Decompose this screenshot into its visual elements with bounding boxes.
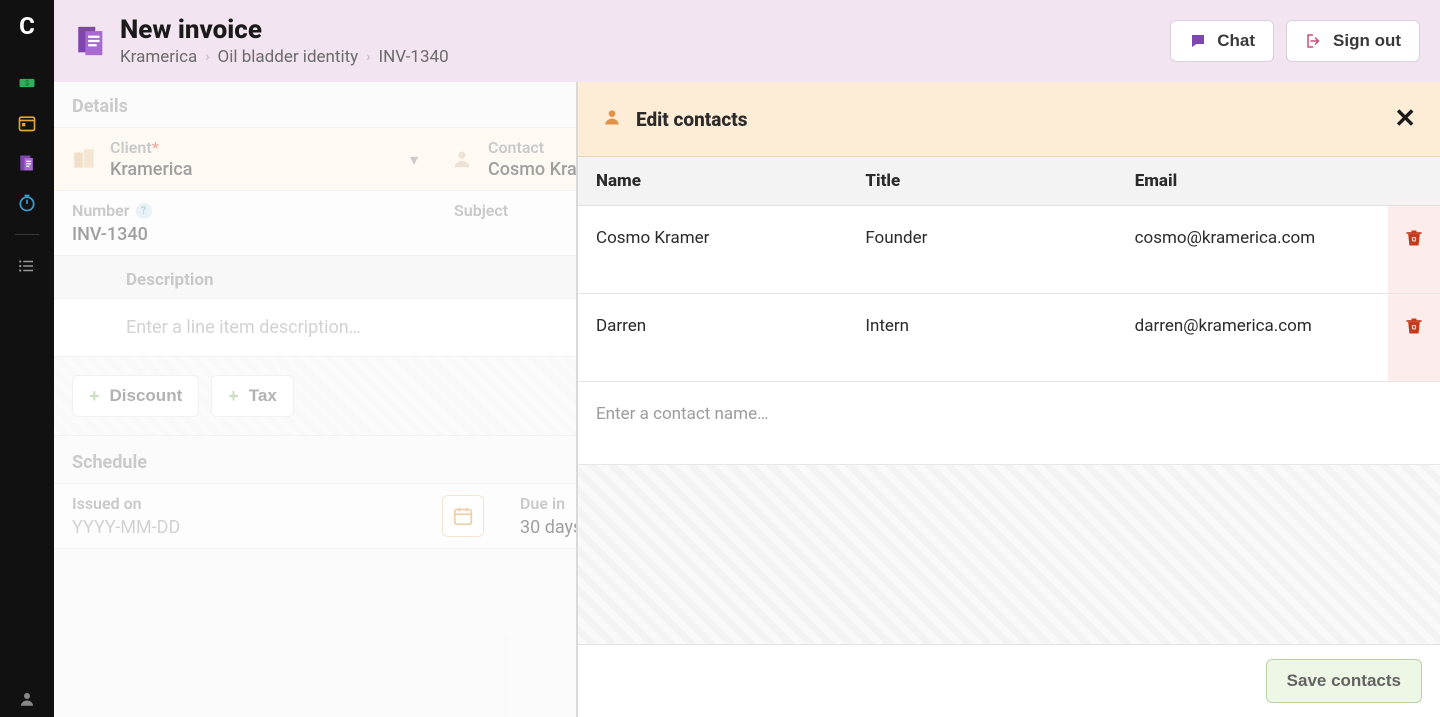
breadcrumb-item[interactable]: Oil bladder identity: [218, 47, 359, 67]
table-row: Cosmo Kramer Founder cosmo@kramerica.com: [578, 206, 1440, 294]
new-contact-email-input[interactable]: [1117, 382, 1388, 464]
breadcrumb-item[interactable]: Kramerica: [120, 47, 197, 67]
breadcrumb-item[interactable]: INV-1340: [378, 47, 448, 67]
app-logo[interactable]: C: [19, 12, 35, 40]
new-contact-actions: [1388, 382, 1440, 464]
close-icon[interactable]: ✕: [1394, 104, 1416, 134]
svg-text:$: $: [25, 79, 29, 88]
nav-money-icon[interactable]: $: [16, 72, 38, 94]
contact-email-cell[interactable]: cosmo@kramerica.com: [1117, 206, 1388, 293]
col-header-actions: [1388, 157, 1440, 205]
table-header-row: Name Title Email: [578, 157, 1440, 206]
title-block: New invoice Kramerica › Oil bladder iden…: [120, 15, 1170, 67]
sign-out-icon: [1305, 32, 1323, 50]
new-contact-placeholder: Enter a contact name…: [596, 404, 768, 424]
nav-list-icon[interactable]: [16, 255, 38, 277]
contact-title-cell[interactable]: Intern: [847, 294, 1116, 381]
nav-user-icon[interactable]: [16, 695, 38, 717]
panel-footer: Save contacts: [578, 644, 1440, 717]
chat-button-label: Chat: [1217, 31, 1255, 51]
contacts-table: Name Title Email Cosmo Kramer Founder co…: [578, 157, 1440, 465]
col-header-email: Email: [1117, 157, 1388, 205]
sign-out-button-label: Sign out: [1333, 31, 1401, 51]
panel-fill: [578, 465, 1440, 644]
edit-contacts-panel: Edit contacts ✕ Name Title Email Cosmo K…: [576, 82, 1440, 717]
person-icon: [602, 107, 622, 131]
contact-email-cell[interactable]: darren@kramerica.com: [1117, 294, 1388, 381]
nav-invoice-icon[interactable]: [16, 152, 38, 174]
page-title: New invoice: [120, 15, 1170, 45]
invoice-icon: [74, 24, 108, 58]
trash-icon[interactable]: [1404, 316, 1424, 341]
nav-separator: [15, 234, 39, 235]
contact-name-cell[interactable]: Darren: [578, 294, 847, 381]
panel-title: Edit contacts: [636, 108, 1394, 131]
chat-icon: [1189, 32, 1207, 50]
new-contact-name-input[interactable]: Enter a contact name…: [578, 382, 847, 464]
col-header-title: Title: [847, 157, 1116, 205]
new-contact-title-input[interactable]: [847, 382, 1116, 464]
trash-icon[interactable]: [1404, 228, 1424, 253]
nav-timer-icon[interactable]: [16, 192, 38, 214]
col-header-name: Name: [578, 157, 847, 205]
chevron-right-icon: ›: [366, 49, 370, 65]
page-header: New invoice Kramerica › Oil bladder iden…: [54, 0, 1440, 82]
contact-name-cell[interactable]: Cosmo Kramer: [578, 206, 847, 293]
table-row-new: Enter a contact name…: [578, 382, 1440, 465]
table-row: Darren Intern darren@kramerica.com: [578, 294, 1440, 382]
save-contacts-button[interactable]: Save contacts: [1266, 659, 1422, 703]
nav-calendar-icon[interactable]: [16, 112, 38, 134]
header-buttons: Chat Sign out: [1170, 20, 1420, 62]
chat-button[interactable]: Chat: [1170, 20, 1274, 62]
sign-out-button[interactable]: Sign out: [1286, 20, 1420, 62]
breadcrumb: Kramerica › Oil bladder identity › INV-1…: [120, 47, 1170, 67]
nav-rail: C $: [0, 0, 54, 717]
contact-delete-cell: [1388, 206, 1440, 293]
chevron-right-icon: ›: [205, 49, 209, 65]
contact-delete-cell: [1388, 294, 1440, 381]
panel-header: Edit contacts ✕: [578, 82, 1440, 157]
contact-title-cell[interactable]: Founder: [847, 206, 1116, 293]
